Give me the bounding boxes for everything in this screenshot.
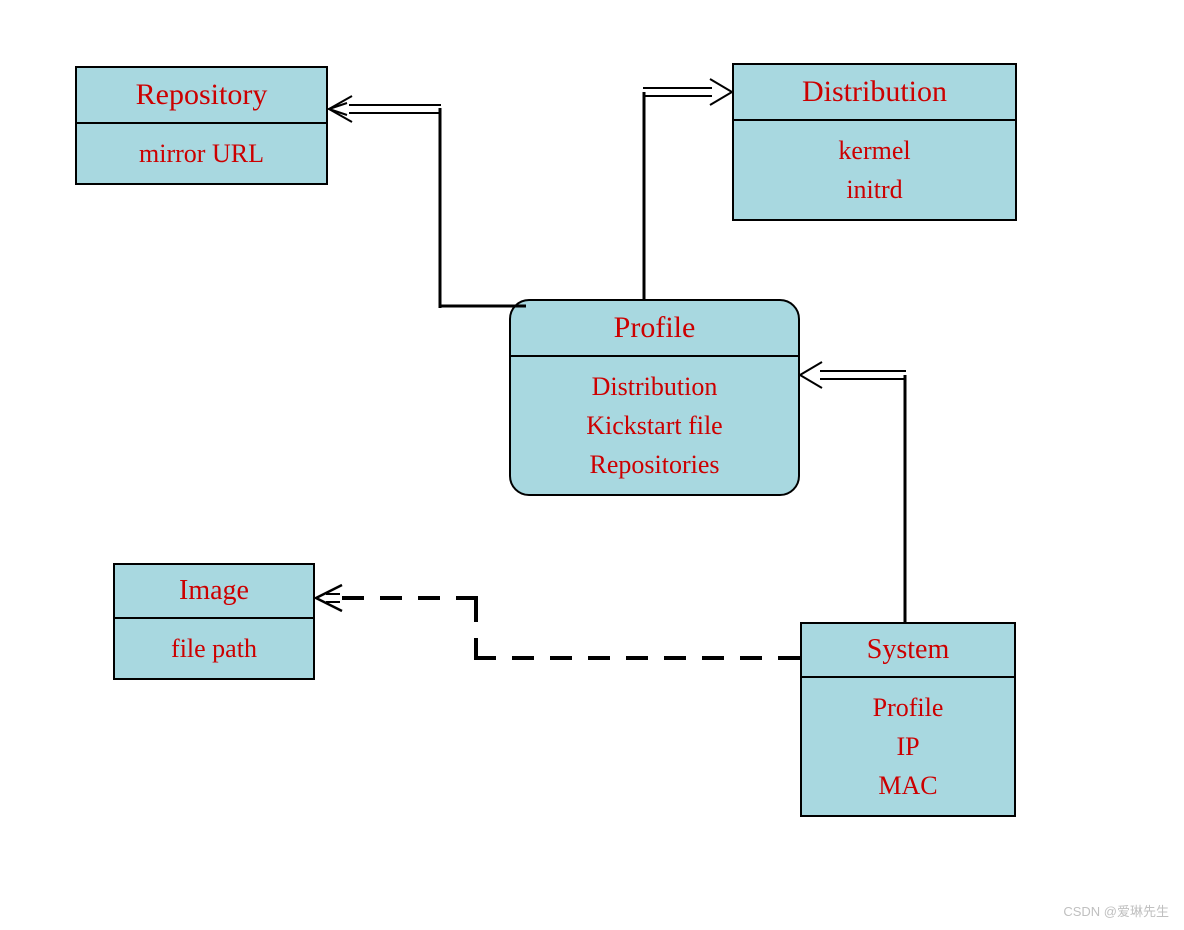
repository-body: mirror URL (77, 124, 326, 183)
system-body-line3: MAC (822, 766, 994, 805)
distribution-body: kermel initrd (734, 121, 1015, 219)
system-box: System Profile IP MAC (800, 622, 1016, 817)
system-body-line1: Profile (822, 688, 994, 727)
system-title: System (802, 624, 1014, 678)
repository-box: Repository mirror URL (75, 66, 328, 185)
profile-title: Profile (511, 301, 798, 357)
profile-body-line1: Distribution (531, 367, 778, 406)
connector-profile-to-repository (329, 96, 526, 308)
repository-title: Repository (77, 68, 326, 124)
profile-body-line2: Kickstart file (531, 406, 778, 445)
profile-body-line3: Repositories (531, 445, 778, 484)
distribution-box: Distribution kermel initrd (732, 63, 1017, 221)
profile-body: Distribution Kickstart file Repositories (511, 357, 798, 494)
connector-system-to-profile (800, 362, 906, 622)
system-body-line2: IP (822, 727, 994, 766)
connector-system-to-image (316, 585, 800, 660)
profile-box: Profile Distribution Kickstart file Repo… (509, 299, 800, 496)
image-box: Image file path (113, 563, 315, 680)
system-body: Profile IP MAC (802, 678, 1014, 815)
connector-profile-to-distribution (643, 79, 732, 299)
distribution-title: Distribution (734, 65, 1015, 121)
distribution-body-line1: kermel (754, 131, 995, 170)
image-title: Image (115, 565, 313, 619)
distribution-body-line2: initrd (754, 170, 995, 209)
watermark: CSDN @爱琳先生 (1063, 901, 1169, 920)
image-body: file path (115, 619, 313, 678)
